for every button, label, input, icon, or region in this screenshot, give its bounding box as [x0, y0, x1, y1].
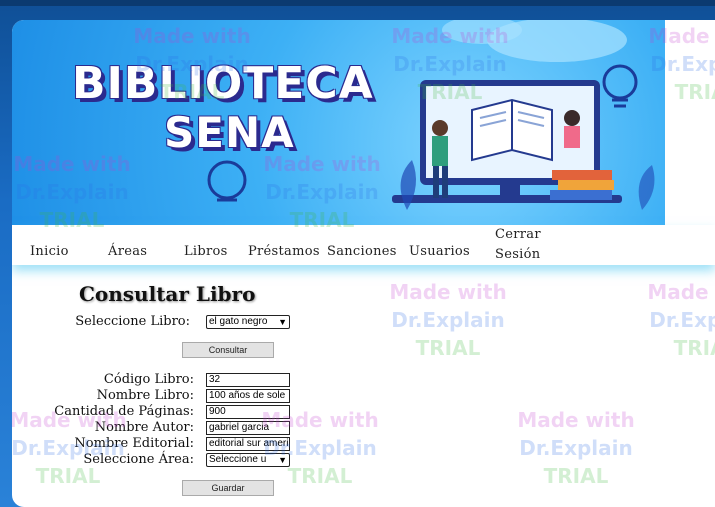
nav-item-prestamos[interactable]: Préstamos	[248, 244, 320, 259]
banner-title-line2: SENA	[164, 108, 295, 157]
consultar-button[interactable]: Consultar	[182, 342, 274, 358]
banner: BIBLIOTECA SENA	[12, 20, 665, 225]
browser-top-strip	[0, 0, 715, 6]
guardar-button[interactable]: Guardar	[182, 480, 274, 496]
watermark: Made withDr.ExplainTRIAL	[389, 280, 507, 360]
field-label-nombre-libro: Nombre Libro:	[96, 388, 194, 403]
page-title: Consultar Libro	[79, 282, 256, 306]
select-book-label: Seleccione Libro:	[75, 314, 190, 329]
nav-item-inicio[interactable]: Inicio	[30, 244, 69, 259]
nombre-editorial-input[interactable]: editorial sur ameri	[206, 437, 290, 451]
chevron-down-icon: ▼	[278, 455, 287, 465]
field-label-editorial: Nombre Editorial:	[74, 436, 194, 451]
field-label-area: Seleccione Área:	[83, 452, 194, 467]
field-label-paginas: Cantidad de Páginas:	[54, 404, 194, 419]
select-book-dropdown[interactable]: el gato negro ▼	[206, 315, 290, 329]
select-book-value: el gato negro	[209, 316, 268, 327]
select-area-value: Seleccione u	[209, 454, 267, 465]
nav-item-usuarios[interactable]: Usuarios	[409, 244, 470, 259]
main-navigation: Inicio Áreas Libros Préstamos Sanciones …	[12, 225, 715, 265]
codigo-libro-input[interactable]: 32	[206, 373, 290, 387]
nav-item-libros[interactable]: Libros	[184, 244, 228, 259]
watermark: Made withDr.ExplainTRIAL	[517, 408, 635, 488]
select-area-dropdown[interactable]: Seleccione u ▼	[206, 453, 290, 467]
page-card: BIBLIOTECA SENA Inicio Áreas Libros Prés…	[12, 20, 715, 507]
field-label-autor: Nombre Autor:	[94, 420, 194, 435]
nombre-autor-input[interactable]: gabriel garcia	[206, 421, 290, 435]
banner-illustration	[207, 20, 655, 210]
chevron-down-icon: ▼	[278, 317, 287, 327]
nav-item-cerrar-sesion[interactable]: Cerrar Sesión	[495, 225, 545, 265]
cantidad-paginas-input[interactable]: 900	[206, 405, 290, 419]
banner-title-line1: BIBLIOTECA	[72, 58, 374, 109]
nav-item-areas[interactable]: Áreas	[108, 244, 147, 259]
watermark: Made withDr.ExplainTRIAL	[647, 280, 715, 360]
field-label-codigo: Código Libro:	[103, 372, 194, 387]
nav-item-sanciones[interactable]: Sanciones	[327, 244, 397, 259]
nombre-libro-input[interactable]: 100 años de sole	[206, 389, 290, 403]
